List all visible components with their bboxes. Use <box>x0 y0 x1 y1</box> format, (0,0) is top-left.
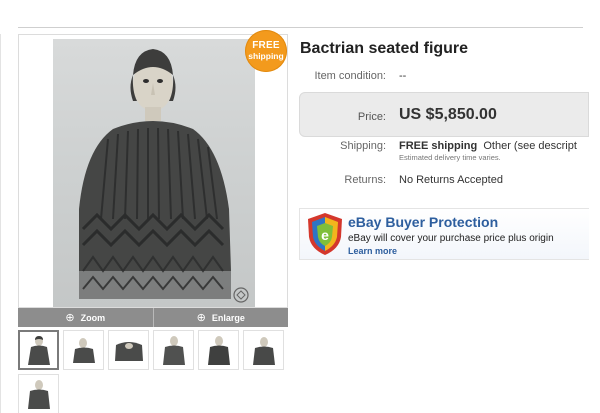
shipping-free: FREE shipping <box>399 140 478 152</box>
enlarge-button[interactable]: ⊕ Enlarge <box>152 308 289 327</box>
badge-line-2: shipping <box>248 51 284 61</box>
bactrian-figure-photo[interactable] <box>53 39 255 307</box>
magnifier-plus-icon: ⊕ <box>196 312 206 324</box>
returns-value: No Returns Accepted <box>399 174 503 186</box>
thumbnail-5[interactable] <box>198 330 239 370</box>
delivery-note: Estimated delivery time varies. <box>399 153 501 162</box>
thumbnail-1[interactable] <box>18 330 59 370</box>
enlarge-label: Enlarge <box>211 312 245 323</box>
returns-label: Returns: <box>344 174 386 186</box>
zoom-button[interactable]: ⊕ Zoom <box>18 308 153 327</box>
image-controls-bar: ⊕ Zoom ⊕ Enlarge <box>18 308 288 327</box>
item-condition-value: -- <box>399 70 407 82</box>
thumbnail-strip <box>18 330 288 413</box>
crosshair-icon: ⊕ <box>65 312 75 324</box>
thumbnail-4[interactable] <box>153 330 194 370</box>
zoom-label: Zoom <box>80 312 106 323</box>
main-image-panel[interactable] <box>18 34 288 308</box>
thumbnail-3[interactable] <box>108 330 149 370</box>
shipping-value: FREE shipping Other (see descript <box>399 140 577 152</box>
header-divider <box>18 27 583 28</box>
thumbnail-6[interactable] <box>243 330 284 370</box>
left-border <box>0 34 1 413</box>
shipping-other[interactable]: Other (see descript <box>483 140 577 152</box>
protection-text: eBay will cover your purchase price plus… <box>348 233 554 244</box>
free-shipping-badge: FREE shipping <box>245 30 287 72</box>
buyer-protection-banner: e eBay Buyer Protection eBay will cover … <box>299 208 589 260</box>
price-label: Price: <box>357 111 386 123</box>
shipping-label: Shipping: <box>340 140 386 152</box>
shield-icon: e <box>304 211 346 262</box>
protection-title: eBay Buyer Protection <box>348 214 499 230</box>
thumbnail-7[interactable] <box>18 374 59 413</box>
item-condition-label: Item condition: <box>314 70 386 82</box>
badge-line-1: FREE <box>252 40 280 51</box>
price-value: US $5,850.00 <box>399 106 497 123</box>
item-title: Bactrian seated figure <box>300 40 469 57</box>
thumbnail-2[interactable] <box>63 330 104 370</box>
learn-more-link[interactable]: Learn more <box>348 246 397 256</box>
svg-text:e: e <box>321 227 329 243</box>
